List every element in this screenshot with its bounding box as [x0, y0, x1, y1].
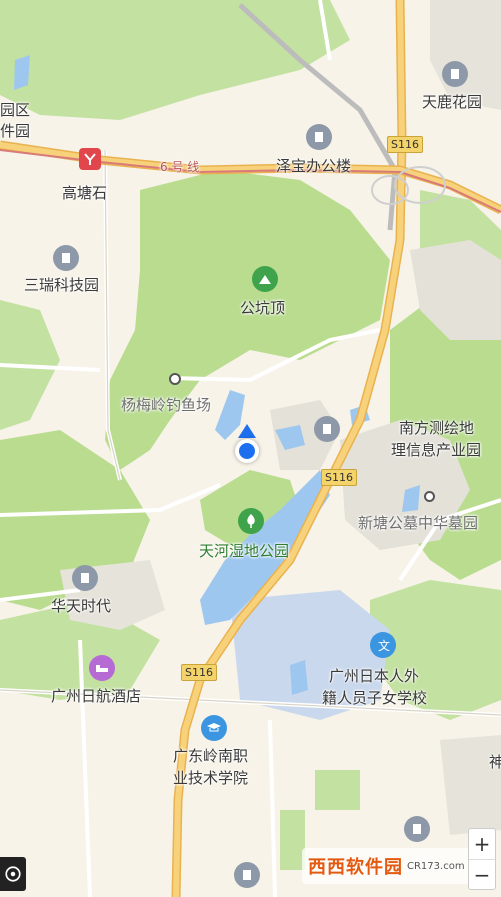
- school-icon[interactable]: 文: [370, 632, 396, 658]
- label-japanese-school-2[interactable]: 籍人员子女学校: [322, 688, 427, 708]
- water-body: [290, 660, 308, 695]
- locate-me-button[interactable]: [0, 857, 26, 891]
- building-icon[interactable]: [442, 61, 468, 87]
- college-icon[interactable]: [201, 715, 227, 741]
- metro-station-icon[interactable]: [79, 148, 101, 170]
- label-yangmeiling-fishpond[interactable]: 杨梅岭钓鱼场: [121, 395, 211, 415]
- urban-area: [440, 735, 501, 835]
- label-zebao-office[interactable]: 泽宝办公楼: [276, 156, 351, 176]
- watermark-domain: CR173.com: [407, 860, 465, 872]
- current-location-marker[interactable]: [235, 439, 259, 463]
- label-software-park[interactable]: 件园: [0, 121, 30, 141]
- watermark: 西西软件园 CR173.com: [302, 848, 472, 884]
- watermark-title: 西西软件园: [308, 857, 403, 878]
- cemetery-marker-icon[interactable]: [424, 491, 435, 502]
- road-shield-s116: S116: [321, 469, 357, 486]
- fishpond-marker-icon[interactable]: [169, 373, 181, 385]
- hotel-icon[interactable]: [89, 655, 115, 681]
- label-gongkengding[interactable]: 公坑顶: [240, 298, 285, 318]
- label-tianhe-wetland[interactable]: 天河湿地公园: [199, 541, 289, 561]
- label-tianlu-garden[interactable]: 天鹿花园: [422, 92, 482, 112]
- green-area: [315, 770, 360, 810]
- heading-arrow-icon: [238, 424, 256, 438]
- building-icon[interactable]: [404, 816, 430, 842]
- label-nanfang-survey-2[interactable]: 理信息产业园: [391, 440, 481, 460]
- building-icon[interactable]: [306, 124, 332, 150]
- mountain-peak-icon[interactable]: [252, 266, 278, 292]
- zoom-out-button[interactable]: −: [469, 859, 495, 890]
- building-icon[interactable]: [314, 416, 340, 442]
- svg-text:文: 文: [378, 638, 390, 653]
- label-xintang-cemetery[interactable]: 新塘公墓中华墓园: [358, 513, 478, 533]
- label-rihang-hotel[interactable]: 广州日航酒店: [51, 686, 141, 706]
- target-icon: [5, 866, 21, 882]
- zoom-in-button[interactable]: +: [469, 829, 495, 859]
- label-lingnan-2[interactable]: 业技术学院: [173, 768, 248, 788]
- label-edge-char: 神: [489, 753, 501, 771]
- label-sanrui-tech[interactable]: 三瑞科技园: [24, 275, 99, 295]
- label-japanese-school-1[interactable]: 广州日本人外: [329, 666, 419, 686]
- label-huatian-times[interactable]: 华天时代: [51, 596, 111, 616]
- building-icon[interactable]: [72, 565, 98, 591]
- label-park-zone[interactable]: 园区: [0, 100, 30, 120]
- water-body: [14, 55, 30, 90]
- road-shield-s116: S116: [387, 136, 423, 153]
- label-gaotangshi[interactable]: 高塘石: [62, 183, 107, 203]
- label-nanfang-survey-1[interactable]: 南方测绘地: [399, 418, 474, 438]
- road-shield-s116: S116: [181, 664, 217, 681]
- label-lingnan-1[interactable]: 广东岭南职: [173, 746, 248, 766]
- building-icon[interactable]: [234, 862, 260, 888]
- zoom-controls: + −: [468, 828, 496, 890]
- park-icon[interactable]: [238, 508, 264, 534]
- building-icon[interactable]: [53, 245, 79, 271]
- label-metro-line: 6 号 线: [160, 160, 200, 174]
